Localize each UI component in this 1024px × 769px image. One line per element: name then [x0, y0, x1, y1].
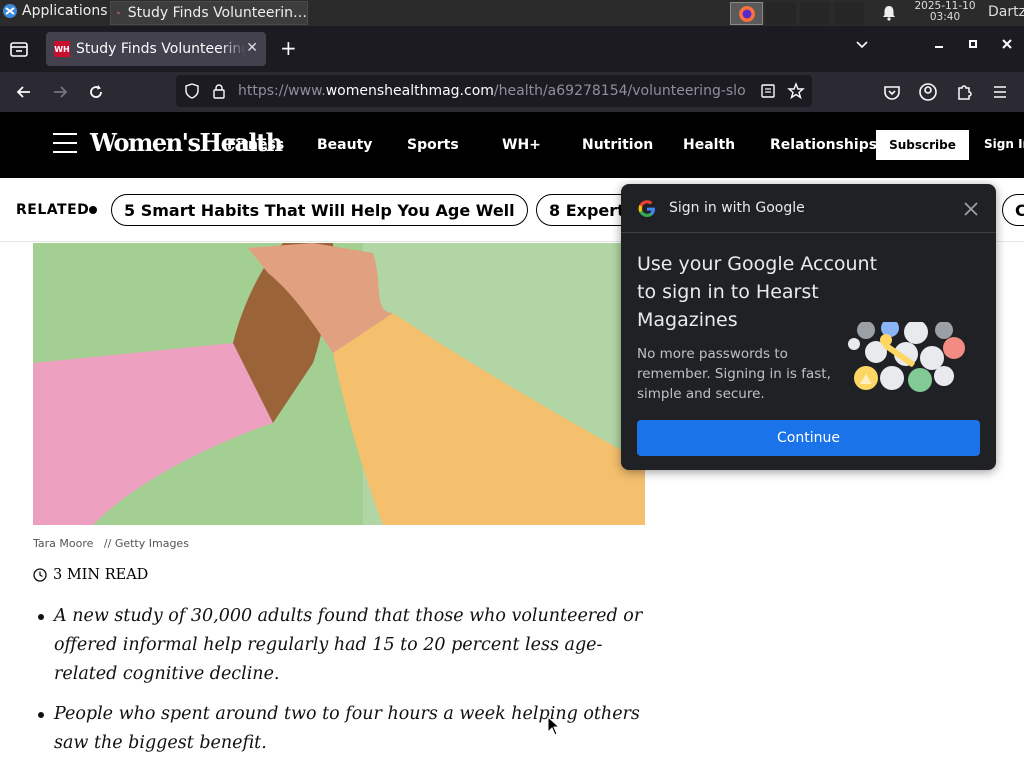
notification-bell-icon[interactable]: [880, 4, 898, 22]
url-prefix: https://www.: [238, 83, 326, 99]
read-time-text: 3 MIN READ: [53, 567, 149, 583]
photo-source: // Getty Images: [103, 537, 189, 550]
firefox-view-icon[interactable]: [8, 38, 30, 60]
key-points-list: A new study of 30,000 adults found that …: [36, 602, 648, 769]
nav-fitness[interactable]: Fitness: [227, 137, 284, 153]
site-header: Women'sHealth Fitness Beauty Sports WH+ …: [0, 112, 1024, 178]
account-icon[interactable]: [918, 82, 938, 102]
subscribe-button[interactable]: Subscribe: [876, 130, 969, 160]
browser-navbar: https://www.womenshealthmag.com/health/a…: [0, 72, 1024, 112]
nav-sports[interactable]: Sports: [407, 137, 459, 153]
clock[interactable]: 2025-11-10 03:40: [910, 1, 980, 23]
popup-description: No more passwords to remember. Signing i…: [637, 346, 831, 402]
related-pill-3[interactable]: C: [1002, 194, 1024, 226]
popup-header: Sign in with Google: [621, 184, 996, 233]
tracking-shield-icon[interactable]: [184, 83, 200, 99]
related-label: RELATED: [16, 202, 90, 218]
photo-credit: Tara Moore // Getty Images: [33, 537, 189, 550]
xfce-logo-icon: [3, 4, 17, 18]
reader-view-icon[interactable]: [760, 83, 776, 99]
sign-in-link[interactable]: Sign In: [984, 137, 1024, 151]
tab-close-icon[interactable]: ✕: [246, 40, 258, 56]
key-point-1: A new study of 30,000 adults found that …: [36, 602, 648, 689]
url-path: /health/a69278154/volunteering-slo: [493, 83, 746, 99]
firefox-icon: [738, 5, 755, 22]
maximize-icon[interactable]: [967, 38, 979, 54]
nav-wh-plus[interactable]: WH+: [502, 137, 541, 153]
related-pill-1[interactable]: 5 Smart Habits That Will Help You Age We…: [111, 194, 528, 226]
google-signin-popup: Sign in with Google Use your Google Acco…: [621, 184, 996, 470]
taskbar-window-title: Study Finds Volunteerin…: [127, 5, 307, 21]
user-menu[interactable]: Dartz: [988, 4, 1024, 20]
nav-health[interactable]: Health: [683, 137, 735, 153]
new-tab-icon[interactable]: +: [280, 38, 297, 58]
url-host: womenshealthmag.com: [325, 83, 494, 99]
url-text[interactable]: https://www.womenshealthmag.com/health/a…: [238, 83, 750, 99]
photographer-name: Tara Moore: [33, 537, 94, 550]
reload-icon[interactable]: [86, 82, 106, 102]
clock-time: 03:40: [929, 11, 961, 23]
nav-nutrition[interactable]: Nutrition: [582, 137, 653, 153]
back-arrow-icon[interactable]: [14, 82, 34, 102]
nav-relationships[interactable]: Relationships: [770, 137, 877, 153]
workspace-switcher-4[interactable]: [834, 2, 864, 25]
hamburger-menu-icon[interactable]: [990, 82, 1010, 102]
applications-label: Applications: [22, 3, 108, 19]
url-bar[interactable]: https://www.womenshealthmag.com/health/a…: [176, 75, 812, 107]
tab-list-chevron-icon[interactable]: [855, 38, 869, 56]
related-dot-icon: [89, 206, 97, 214]
hero-image: [33, 243, 645, 525]
taskbar-window-button[interactable]: Study Finds Volunteerin…: [110, 1, 308, 25]
site-menu-icon[interactable]: [53, 133, 77, 155]
firefox-icon: [117, 11, 120, 15]
key-illustration-icon: [848, 322, 965, 392]
extensions-icon[interactable]: [954, 82, 974, 102]
clock-icon: [33, 568, 47, 582]
read-time: 3 MIN READ: [33, 567, 148, 583]
forward-arrow-icon[interactable]: [50, 82, 70, 102]
tab-active[interactable]: WH Study Finds Volunteering ✕: [46, 32, 266, 66]
continue-button[interactable]: Continue: [637, 420, 980, 456]
os-taskbar: Applications ⋮ Study Finds Volunteerin… …: [0, 0, 1024, 26]
applications-menu[interactable]: Applications ⋮: [2, 3, 122, 19]
close-window-icon[interactable]: [1001, 38, 1013, 54]
tab-favicon-icon: WH: [54, 41, 70, 57]
minimize-icon[interactable]: [933, 38, 945, 54]
nav-beauty[interactable]: Beauty: [317, 137, 372, 153]
pocket-icon[interactable]: [882, 82, 902, 102]
close-icon[interactable]: [961, 199, 981, 219]
browser-tab-strip: WH Study Finds Volunteering ✕ +: [0, 26, 1024, 72]
bookmark-star-icon[interactable]: [787, 82, 805, 100]
popup-header-text: Sign in with Google: [669, 200, 805, 216]
tab-title: Study Finds Volunteering: [76, 41, 246, 57]
mouse-cursor-icon: [547, 716, 561, 736]
workspace-switcher-active[interactable]: [730, 2, 763, 25]
workspace-switcher-3[interactable]: [800, 2, 830, 25]
google-logo-icon: [638, 200, 655, 217]
workspace-switcher-2[interactable]: [766, 2, 796, 25]
lock-icon[interactable]: [212, 83, 226, 99]
